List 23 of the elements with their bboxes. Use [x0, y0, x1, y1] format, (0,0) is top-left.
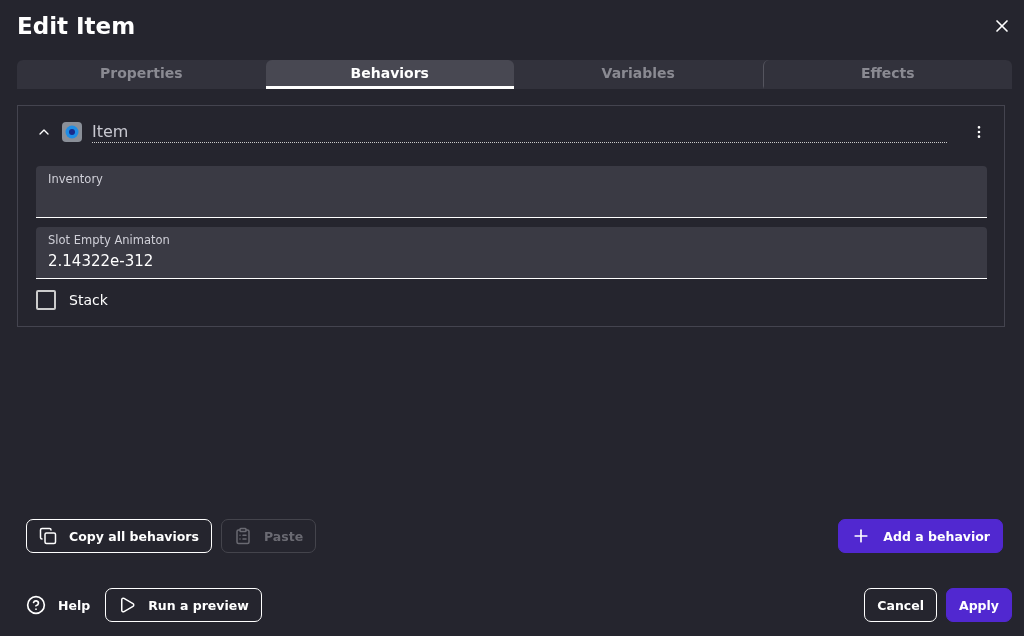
tab[interactable]: Properties	[17, 60, 266, 89]
preview-button[interactable]: Run a preview	[105, 588, 262, 622]
help-icon	[26, 595, 46, 615]
apply-button[interactable]: Apply	[946, 588, 1012, 622]
tab[interactable]: Behaviors	[265, 60, 514, 89]
clipboard-icon	[233, 527, 252, 545]
checkbox-label: Stack	[69, 292, 108, 308]
window-title: Edit Item	[17, 13, 136, 39]
text-field[interactable]: Slot Empty Animaton 2.14322e-312	[36, 227, 987, 279]
play-icon	[118, 596, 137, 614]
copy-icon	[39, 527, 57, 545]
tab[interactable]: Effects	[762, 60, 1012, 89]
behavior-name: Item	[92, 121, 947, 143]
field-label: Slot Empty Animaton	[48, 233, 171, 247]
copy-button[interactable]: Copy all behaviors	[26, 519, 212, 553]
help-link[interactable]: Help	[26, 595, 91, 615]
text-field[interactable]: Inventory	[36, 166, 987, 218]
add-button[interactable]: Add a behavior	[838, 519, 1003, 553]
cancel-button[interactable]: Cancel	[864, 588, 937, 622]
field-input[interactable]: 2.14322e-312	[48, 252, 975, 270]
tab[interactable]: Variables	[514, 60, 763, 89]
checkbox[interactable]	[36, 290, 56, 310]
field-label: Inventory	[48, 172, 104, 186]
